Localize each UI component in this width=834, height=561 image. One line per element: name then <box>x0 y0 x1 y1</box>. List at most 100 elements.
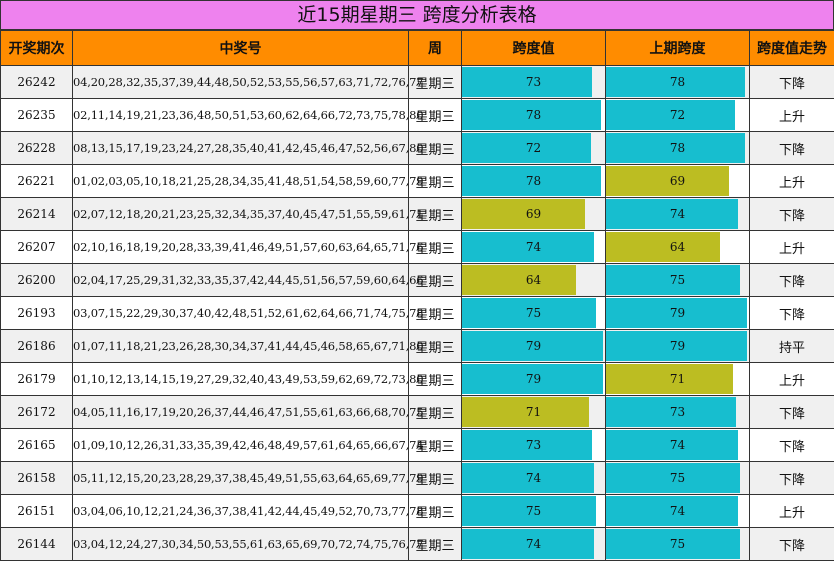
table-row: 2617901,10,12,13,14,15,19,27,29,32,40,43… <box>1 363 834 396</box>
numbers-cell: 01,09,10,12,26,31,33,35,39,42,46,48,49,5… <box>73 429 409 462</box>
week-cell: 星期三 <box>409 99 462 132</box>
numbers-cell: 04,20,28,32,35,37,39,44,48,50,52,53,55,5… <box>73 66 409 99</box>
trend-cell: 下降 <box>750 429 834 462</box>
numbers-cell: 01,10,12,13,14,15,19,27,29,32,40,43,49,5… <box>73 363 409 396</box>
period-cell: 26200 <box>1 264 73 297</box>
span-bar-cell: 78 <box>462 165 606 198</box>
prev-span-bar-cell: 74 <box>606 429 750 462</box>
period-cell: 26242 <box>1 66 73 99</box>
prev-span-bar-cell: 69 <box>606 165 750 198</box>
trend-cell: 持平 <box>750 330 834 363</box>
week-cell: 星期三 <box>409 66 462 99</box>
period-cell: 26172 <box>1 396 73 429</box>
span-value: 64 <box>526 273 541 287</box>
numbers-cell: 03,04,12,24,27,30,34,50,53,55,61,63,65,6… <box>73 528 409 561</box>
span-value: 78 <box>526 108 541 122</box>
span-value: 71 <box>526 405 541 419</box>
span-value: 73 <box>526 438 541 452</box>
prev-span-bar-cell: 78 <box>606 66 750 99</box>
week-cell: 星期三 <box>409 132 462 165</box>
span-analysis-page: 近15期星期三 跨度分析表格 开奖期次 中奖号 周 跨度值 上期跨度 跨度值走势… <box>0 0 834 560</box>
span-bar <box>606 232 720 262</box>
week-cell: 星期三 <box>409 429 462 462</box>
span-bar-cell: 73 <box>462 429 606 462</box>
period-cell: 26158 <box>1 462 73 495</box>
week-cell: 星期三 <box>409 198 462 231</box>
prev-span-bar-cell: 75 <box>606 264 750 297</box>
week-cell: 星期三 <box>409 264 462 297</box>
week-cell: 星期三 <box>409 297 462 330</box>
week-cell: 星期三 <box>409 363 462 396</box>
span-value: 75 <box>670 471 685 485</box>
span-bar-cell: 71 <box>462 396 606 429</box>
prev-span-bar-cell: 78 <box>606 132 750 165</box>
span-value: 74 <box>670 504 685 518</box>
span-value: 79 <box>670 306 685 320</box>
trend-cell: 上升 <box>750 165 834 198</box>
span-bar-cell: 74 <box>462 528 606 561</box>
span-value: 78 <box>670 141 685 155</box>
span-value: 74 <box>670 207 685 221</box>
prev-span-bar-cell: 79 <box>606 330 750 363</box>
period-cell: 26193 <box>1 297 73 330</box>
numbers-cell: 03,07,15,22,29,30,37,40,42,48,51,52,61,6… <box>73 297 409 330</box>
table-row: 2622808,13,15,17,19,23,24,27,28,35,40,41… <box>1 132 834 165</box>
period-cell: 26221 <box>1 165 73 198</box>
trend-cell: 下降 <box>750 264 834 297</box>
trend-cell: 下降 <box>750 297 834 330</box>
table-header-row: 开奖期次 中奖号 周 跨度值 上期跨度 跨度值走势 <box>1 31 834 66</box>
period-cell: 26179 <box>1 363 73 396</box>
trend-cell: 上升 <box>750 495 834 528</box>
span-value: 69 <box>670 174 685 188</box>
prev-span-bar-cell: 73 <box>606 396 750 429</box>
span-bar-cell: 74 <box>462 462 606 495</box>
numbers-cell: 02,07,12,18,20,21,23,25,32,34,35,37,40,4… <box>73 198 409 231</box>
period-cell: 26207 <box>1 231 73 264</box>
span-value: 73 <box>526 75 541 89</box>
span-value: 78 <box>526 174 541 188</box>
week-cell: 星期三 <box>409 528 462 561</box>
table-body: 2624204,20,28,32,35,37,39,44,48,50,52,53… <box>1 66 834 561</box>
prev-span-bar-cell: 72 <box>606 99 750 132</box>
span-bar-cell: 75 <box>462 495 606 528</box>
table-row: 2618601,07,11,18,21,23,26,28,30,34,37,41… <box>1 330 834 363</box>
week-cell: 星期三 <box>409 495 462 528</box>
table-row: 2617204,05,11,16,17,19,20,26,37,44,46,47… <box>1 396 834 429</box>
header-period: 开奖期次 <box>1 31 73 66</box>
span-value: 79 <box>670 339 685 353</box>
span-value: 75 <box>526 504 541 518</box>
numbers-cell: 02,11,14,19,21,23,36,48,50,51,53,60,62,6… <box>73 99 409 132</box>
header-week: 周 <box>409 31 462 66</box>
header-span: 跨度值 <box>462 31 606 66</box>
header-prev-span: 上期跨度 <box>606 31 750 66</box>
span-value: 64 <box>670 240 685 254</box>
period-cell: 26144 <box>1 528 73 561</box>
period-cell: 26235 <box>1 99 73 132</box>
numbers-cell: 01,02,03,05,10,18,21,25,28,34,35,41,48,5… <box>73 165 409 198</box>
trend-cell: 下降 <box>750 198 834 231</box>
numbers-cell: 02,10,16,18,19,20,28,33,39,41,46,49,51,5… <box>73 231 409 264</box>
span-bar-cell: 75 <box>462 297 606 330</box>
header-numbers: 中奖号 <box>73 31 409 66</box>
span-value: 79 <box>526 339 541 353</box>
table-row: 2616501,09,10,12,26,31,33,35,39,42,46,48… <box>1 429 834 462</box>
span-value: 69 <box>526 207 541 221</box>
span-value: 72 <box>670 108 685 122</box>
span-bar-cell: 72 <box>462 132 606 165</box>
span-value: 75 <box>526 306 541 320</box>
trend-cell: 下降 <box>750 66 834 99</box>
span-value: 72 <box>526 141 541 155</box>
span-value: 74 <box>526 537 541 551</box>
prev-span-bar-cell: 74 <box>606 198 750 231</box>
table-row: 2621402,07,12,18,20,21,23,25,32,34,35,37… <box>1 198 834 231</box>
week-cell: 星期三 <box>409 231 462 264</box>
trend-cell: 下降 <box>750 132 834 165</box>
numbers-cell: 08,13,15,17,19,23,24,27,28,35,40,41,42,4… <box>73 132 409 165</box>
span-bar <box>462 199 585 229</box>
trend-cell: 下降 <box>750 396 834 429</box>
span-value: 75 <box>670 537 685 551</box>
prev-span-bar-cell: 75 <box>606 528 750 561</box>
period-cell: 26151 <box>1 495 73 528</box>
table-row: 2620702,10,16,18,19,20,28,33,39,41,46,49… <box>1 231 834 264</box>
span-value: 71 <box>670 372 685 386</box>
